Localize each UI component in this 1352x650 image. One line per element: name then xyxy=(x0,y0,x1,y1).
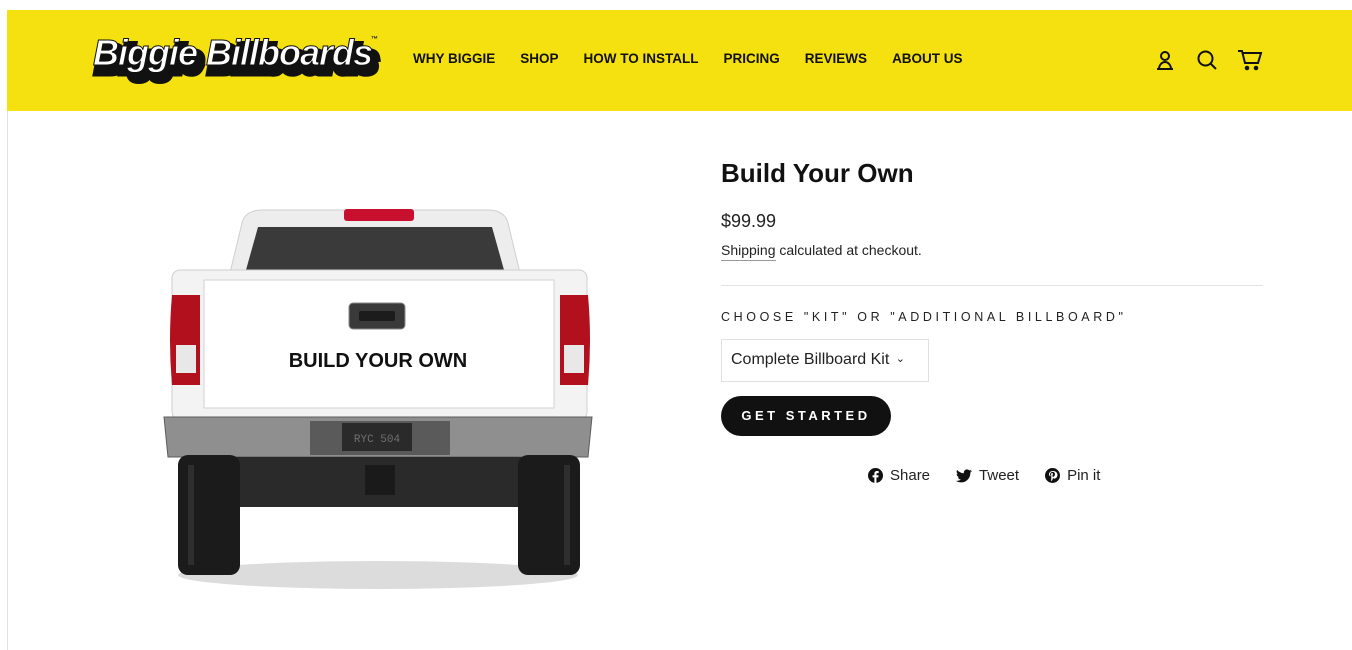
kit-option-select[interactable]: Complete Billboard Kit ⌄ xyxy=(721,339,929,382)
product-price: $99.99 xyxy=(721,211,777,231)
header-icons xyxy=(1153,48,1263,72)
share-facebook[interactable]: Share xyxy=(868,467,930,484)
share-pinterest[interactable]: Pin it xyxy=(1045,467,1100,484)
license-plate: RYC 504 xyxy=(354,434,401,446)
nav-pricing[interactable]: PRICING xyxy=(724,51,780,66)
nav-how-to-install[interactable]: HOW TO INSTALL xyxy=(584,51,699,66)
logo-trademark: ™ xyxy=(371,36,378,43)
share-facebook-label: Share xyxy=(890,467,931,484)
share-twitter-label: Tweet xyxy=(979,467,1020,484)
cart-icon[interactable] xyxy=(1237,48,1263,72)
billboard-text: BUILD YOUR OWN xyxy=(289,350,468,372)
nav-reviews[interactable]: REVIEWS xyxy=(805,51,867,66)
site-header: Biggie Billboards Biggie Billboards ™ WH… xyxy=(7,10,1352,111)
kit-option-value: Complete Billboard Kit xyxy=(731,351,890,368)
twitter-icon xyxy=(956,468,973,482)
shipping-note-text: calculated at checkout. xyxy=(775,242,922,258)
option-label: CHOOSE "KIT" OR "ADDITIONAL BILLBOARD" xyxy=(721,310,1127,324)
share-pinterest-label: Pin it xyxy=(1067,467,1101,484)
nav-why-biggie[interactable]: WHY BIGGIE xyxy=(413,51,495,66)
nav-about-us[interactable]: ABOUT US xyxy=(892,51,963,66)
facebook-icon xyxy=(868,468,883,483)
account-icon[interactable] xyxy=(1153,48,1177,72)
brand-logo[interactable]: Biggie Billboards Biggie Billboards ™ xyxy=(92,32,381,88)
logo-text: Biggie Billboards xyxy=(92,32,373,74)
product-title: Build Your Own xyxy=(721,158,914,188)
nav-shop[interactable]: SHOP xyxy=(520,51,558,66)
chevron-down-icon: ⌄ xyxy=(895,353,905,365)
share-twitter[interactable]: Tweet xyxy=(956,467,1019,484)
pinterest-icon xyxy=(1045,468,1061,483)
shipping-note: Shipping calculated at checkout. xyxy=(721,242,922,261)
product-image[interactable]: BUILD YOUR OWN RYC 504 xyxy=(160,195,600,600)
divider xyxy=(721,285,1263,286)
social-share: Share Tweet Pin it xyxy=(868,467,1100,484)
get-started-button[interactable]: GET STARTED xyxy=(721,396,891,436)
shipping-link[interactable]: Shipping xyxy=(721,242,776,261)
main-nav: WHY BIGGIE SHOP HOW TO INSTALL PRICING R… xyxy=(413,51,988,66)
search-icon[interactable] xyxy=(1195,48,1219,72)
